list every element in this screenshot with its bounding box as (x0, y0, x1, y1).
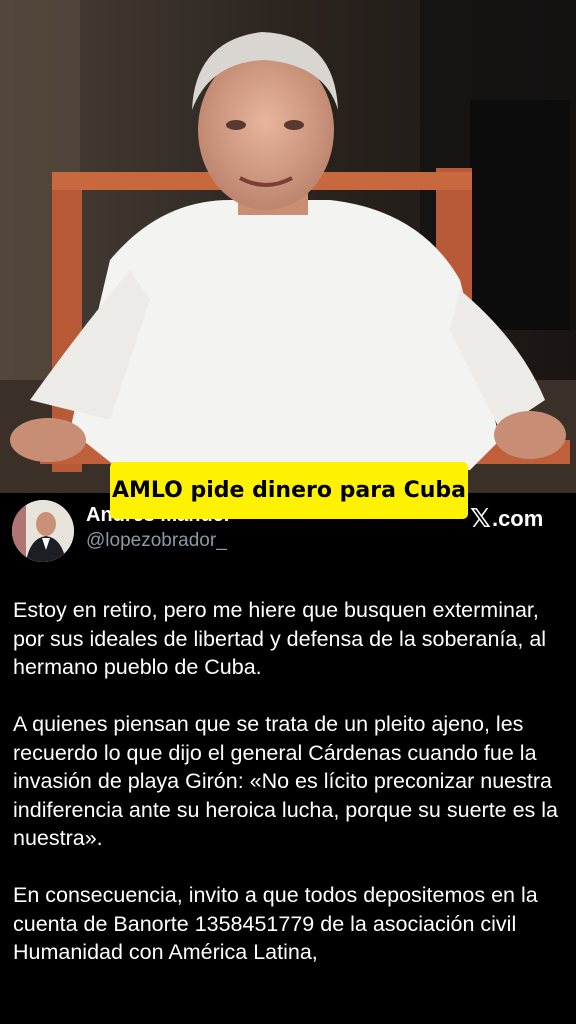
author-handle[interactable]: @lopezobrador_ (86, 530, 227, 552)
tweet-paragraph: Estoy en retiro, pero me hiere que busqu… (13, 598, 547, 679)
caption-text: AMLO pide dinero para Cuba (112, 478, 466, 503)
video-frame-photo (0, 0, 576, 493)
tweet-paragraph: A quienes piensan que se trata de un ple… (13, 712, 559, 850)
source-watermark: 𝕏 .com (470, 503, 543, 534)
avatar[interactable] (12, 500, 74, 562)
video-caption-banner: AMLO pide dinero para Cuba (110, 462, 468, 519)
tweet-text: Estoy en retiro, pero me hiere que busqu… (13, 596, 565, 995)
x-logo-icon: 𝕏 (470, 503, 491, 533)
tweet-paragraph: En consecuencia, invito a que todos depo… (13, 883, 538, 964)
source-domain: .com (491, 505, 544, 531)
